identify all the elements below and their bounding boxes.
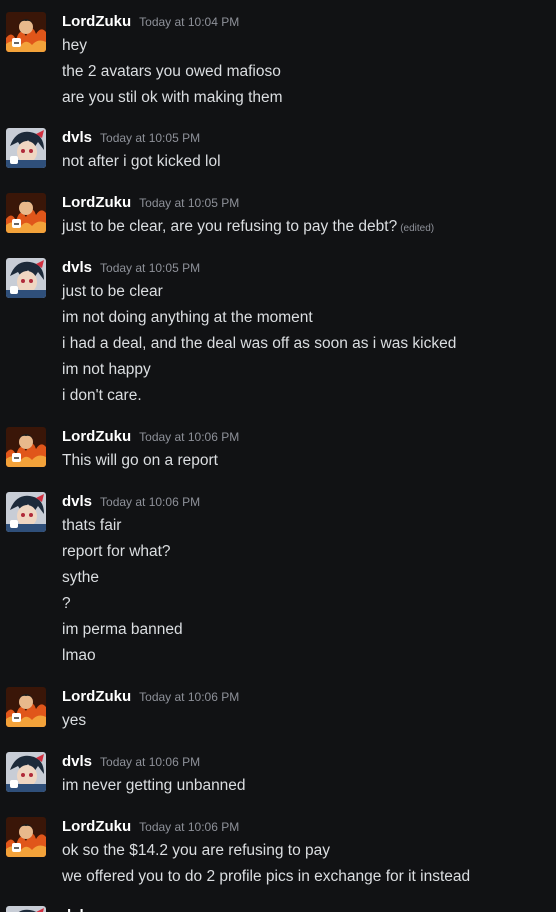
fire-character-avatar[interactable]: [6, 193, 46, 233]
message-content: ok so the $14.2 you are refusing to pay: [62, 842, 330, 859]
message-header: LordZuku Today at 10:06 PM: [62, 687, 239, 707]
message-content: we offered you to do 2 profile pics in e…: [62, 868, 471, 885]
username[interactable]: LordZuku: [62, 428, 131, 445]
message-content: ?: [62, 595, 71, 612]
message-header: LordZuku Today at 10:04 PM: [62, 12, 239, 32]
message-header: dvls Today at 10:05 PM: [62, 128, 200, 148]
message-lines: not after i got kicked lol: [62, 149, 542, 175]
anime-character-avatar[interactable]: [6, 752, 46, 792]
message-text[interactable]: the 2 avatars you owed mafioso: [62, 59, 542, 85]
message-header: LordZuku Today at 10:05 PM: [62, 193, 239, 213]
message-text[interactable]: i had a deal, and the deal was off as so…: [62, 331, 542, 357]
message-timestamp: Today at 10:04 PM: [139, 15, 240, 29]
message-header: LordZuku Today at 10:06 PM: [62, 427, 239, 447]
username[interactable]: LordZuku: [62, 13, 131, 30]
message-header: LordZuku Today at 10:06 PM: [62, 817, 239, 837]
message-header: dvls Today at 10:06 PM: [62, 492, 200, 512]
message-text[interactable]: hey: [62, 33, 542, 59]
message-content: im not doing anything at the moment: [62, 309, 313, 326]
message-text[interactable]: im never getting unbanned: [62, 773, 542, 799]
message-content: not after i got kicked lol: [62, 153, 221, 170]
message-content: the 2 avatars you owed mafioso: [62, 63, 281, 80]
message-content: i don't care.: [62, 387, 142, 404]
message-text[interactable]: just to be clear: [62, 279, 542, 305]
message-content: This will go on a report: [62, 452, 218, 469]
username[interactable]: LordZuku: [62, 688, 131, 705]
message-lines: thats fair report for what? sythe? im perma…: [62, 513, 542, 669]
message-text[interactable]: im not happy: [62, 357, 542, 383]
anime-character-avatar[interactable]: [6, 906, 46, 912]
message-timestamp: Today at 10:06 PM: [139, 430, 240, 444]
fire-character-avatar[interactable]: [6, 817, 46, 857]
message-content: sythe: [62, 569, 100, 586]
username[interactable]: dvls: [62, 129, 92, 146]
message-text[interactable]: yes: [62, 708, 542, 734]
edited-marker: (edited): [400, 223, 435, 234]
username[interactable]: LordZuku: [62, 194, 131, 211]
username[interactable]: dvls: [62, 907, 92, 912]
message-content: im perma banned: [62, 621, 183, 638]
message-content: thats fair: [62, 517, 122, 534]
username[interactable]: LordZuku: [62, 818, 131, 835]
message-timestamp: Today at 10:06 PM: [139, 820, 240, 834]
message-content: i had a deal, and the deal was off as so…: [62, 335, 457, 352]
message-content: are you stil ok with making them: [62, 89, 283, 106]
message-content: just to be clear, are you refusing to pa…: [62, 218, 398, 235]
message-content: im not happy: [62, 361, 151, 378]
message-text[interactable]: This will go on a report: [62, 448, 542, 474]
anime-character-avatar[interactable]: [6, 492, 46, 532]
message-timestamp: Today at 10:05 PM: [100, 131, 201, 145]
message-text[interactable]: we offered you to do 2 profile pics in e…: [62, 864, 542, 890]
message-header: dvls Today at 10:06 PM: [62, 752, 200, 772]
message-timestamp: Today at 10:06 PM: [100, 755, 201, 769]
fire-character-avatar[interactable]: [6, 687, 46, 727]
message-text[interactable]: i don't care.: [62, 383, 542, 409]
message-text[interactable]: sythe: [62, 565, 542, 591]
message-timestamp: Today at 10:05 PM: [100, 261, 201, 275]
message-timestamp: Today at 10:05 PM: [139, 196, 240, 210]
username[interactable]: dvls: [62, 259, 92, 276]
message-content: report for what?: [62, 543, 171, 560]
message-text[interactable]: lmao: [62, 643, 542, 669]
message-content: yes: [62, 712, 87, 729]
message-lines: yes: [62, 708, 542, 734]
message-text[interactable]: im perma banned: [62, 617, 542, 643]
message-content: just to be clear: [62, 283, 163, 300]
message-timestamp: Today at 10:06 PM: [100, 495, 201, 509]
message-text[interactable]: thats fair: [62, 513, 542, 539]
username[interactable]: dvls: [62, 753, 92, 770]
username[interactable]: dvls: [62, 493, 92, 510]
message-lines: ok so the $14.2 you are refusing to pay w…: [62, 838, 542, 890]
message-content: hey: [62, 37, 87, 54]
anime-character-avatar[interactable]: [6, 128, 46, 168]
fire-character-avatar[interactable]: [6, 12, 46, 52]
message-text[interactable]: are you stil ok with making them: [62, 85, 542, 111]
chat-message-list[interactable]: LordZuku Today at 10:04 PM hey the 2 avatar…: [0, 0, 556, 912]
message-lines: This will go on a report: [62, 448, 542, 474]
message-content: im never getting unbanned: [62, 777, 246, 794]
message-lines: hey the 2 avatars you owed mafioso are you…: [62, 33, 542, 111]
message-header: dvls: [62, 906, 92, 912]
message-text[interactable]: not after i got kicked lol: [62, 149, 542, 175]
message-header: dvls Today at 10:05 PM: [62, 258, 200, 278]
message-text[interactable]: ?: [62, 591, 542, 617]
message-content: lmao: [62, 647, 96, 664]
message-text[interactable]: ok so the $14.2 you are refusing to pay: [62, 838, 542, 864]
message-lines: just to be clear, are you refusing to pa…: [62, 214, 542, 240]
fire-character-avatar[interactable]: [6, 427, 46, 467]
message-text[interactable]: just to be clear, are you refusing to pa…: [62, 214, 542, 240]
message-lines: im never getting unbanned: [62, 773, 542, 799]
anime-character-avatar[interactable]: [6, 258, 46, 298]
message-text[interactable]: report for what?: [62, 539, 542, 565]
message-lines: just to be clear im not doing anything at…: [62, 279, 542, 409]
message-text[interactable]: im not doing anything at the moment: [62, 305, 542, 331]
message-timestamp: Today at 10:06 PM: [139, 690, 240, 704]
